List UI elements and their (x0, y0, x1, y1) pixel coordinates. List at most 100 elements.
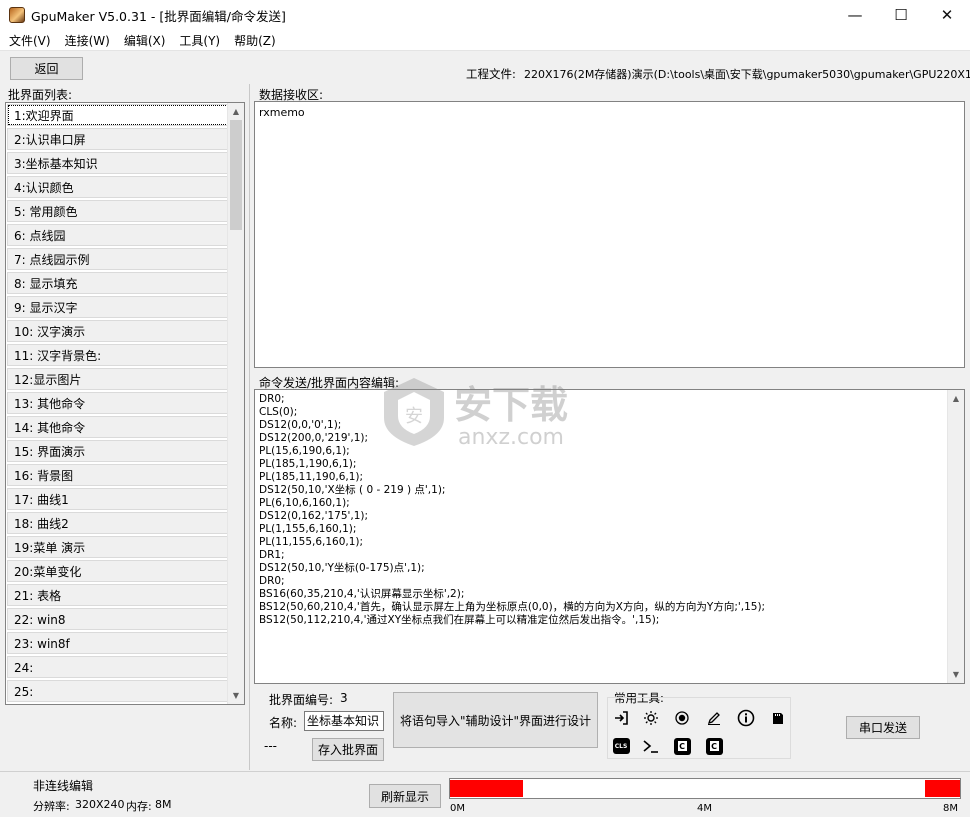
screen-list-item[interactable]: 1:欢迎界面 (7, 104, 229, 126)
screen-list-item[interactable]: 24: (7, 656, 229, 678)
serial-send-button[interactable]: 串口发送 (846, 716, 920, 739)
command-line: BS12(50,60,210,4,'首先，确认显示屏左上角为坐标原点(0,0)，… (259, 601, 766, 613)
screen-list-item[interactable]: 21: 表格 (7, 584, 229, 606)
receive-memo[interactable]: rxmemo (254, 101, 965, 368)
screen-list[interactable]: 1:欢迎界面 2:认识串口屏 3:坐标基本知识 4:认识颜色 5: 常用颜色 6: 点线园… (5, 102, 245, 705)
command-line: DR0; (259, 575, 285, 587)
screen-list-item[interactable]: 17: 曲线1 (7, 488, 229, 510)
screen-list-items: 1:欢迎界面 2:认识串口屏 3:坐标基本知识 4:认识颜色 5: 常用颜色 6: 点线园… (7, 104, 229, 704)
close-button[interactable]: ✕ (924, 0, 970, 30)
command-line: DS12(0,0,'0',1); (259, 419, 342, 431)
command-line: PL(6,10,6,160,1); (259, 497, 350, 509)
name-label: 名称: (269, 716, 298, 730)
login-arrow-icon[interactable] (612, 709, 630, 727)
screen-list-item[interactable]: 6: 点线园 (7, 224, 229, 246)
record-icon[interactable] (673, 709, 691, 727)
tick-4m: 4M (697, 803, 712, 814)
memory-label: 内存: (126, 800, 152, 813)
screen-list-item[interactable]: 25: (7, 680, 229, 702)
window-title: GpuMaker V5.0.31 - [批界面编辑/命令发送] (31, 8, 286, 24)
screen-list-item[interactable]: 10: 汉字演示 (7, 320, 229, 342)
sd-card-icon[interactable] (769, 709, 787, 727)
screen-list-title: 批界面列表: (8, 88, 73, 102)
memory-used-segment (924, 780, 960, 797)
screen-number-label: 批界面编号: (269, 693, 334, 707)
screen-list-item[interactable]: 5: 常用颜色 (7, 200, 229, 222)
maximize-button[interactable]: ☐ (878, 0, 924, 30)
menu-connect[interactable]: 连接(W) (58, 32, 117, 49)
command-line: PL(11,155,6,160,1); (259, 536, 364, 548)
screen-list-item[interactable]: 18: 曲线2 (7, 512, 229, 534)
screen-list-item[interactable]: 8: 显示填充 (7, 272, 229, 294)
c-badge-icon-2[interactable]: C (705, 737, 723, 755)
screen-list-item[interactable]: 12:显示图片 (7, 368, 229, 390)
screen-list-item[interactable]: 22: win8 (7, 608, 229, 630)
resolution-value: 320X240 (75, 798, 125, 811)
command-line: DS12(50,10,'Y坐标(0-175)点',1); (259, 562, 425, 574)
screen-list-scrollbar[interactable]: ▲ ▼ (227, 103, 244, 704)
screen-list-item[interactable]: 11: 汉字背景色: (7, 344, 229, 366)
screen-list-item[interactable]: 15: 界面演示 (7, 440, 229, 462)
screen-number-value: 3 (340, 691, 348, 705)
command-lines: DR0; CLS(0); DS12(0,0,'0',1); DS12(200,0,'2… (259, 393, 939, 627)
screen-list-item[interactable]: 19:菜单 演示 (7, 536, 229, 558)
menu-edit[interactable]: 编辑(X) (117, 32, 173, 49)
menu-bar: 文件(V) 连接(W) 编辑(X) 工具(Y) 帮助(Z) (0, 30, 970, 51)
c-badge-icon[interactable]: C (673, 737, 691, 755)
command-line: DR0; (259, 393, 285, 405)
tools-group (607, 697, 791, 759)
cls-icon-text: CLS (612, 738, 630, 754)
scroll-down-icon[interactable]: ▼ (228, 687, 244, 704)
screen-list-item[interactable]: 3:坐标基本知识 (7, 152, 229, 174)
edit-mode-text: 非连线编辑 (33, 779, 94, 793)
resolution-label: 分辨率: (33, 800, 70, 813)
menu-help[interactable]: 帮助(Z) (227, 32, 283, 49)
command-line: DS12(0,162,'175',1); (259, 510, 369, 522)
screen-list-item[interactable]: 4:认识颜色 (7, 176, 229, 198)
command-line: BS16(60,35,210,4,'认识屏幕显示坐标',2); (259, 588, 465, 600)
minimize-button[interactable]: — (832, 0, 878, 30)
command-line: DS12(200,0,'219',1); (259, 432, 369, 444)
info-icon[interactable] (737, 709, 755, 727)
tick-8m: 8M (943, 803, 958, 814)
editor-scroll-down-icon[interactable]: ▼ (948, 666, 964, 683)
back-button[interactable]: 返回 (10, 57, 83, 80)
screen-list-item[interactable]: 13: 其他命令 (7, 392, 229, 414)
command-editor[interactable]: DR0; CLS(0); DS12(0,0,'0',1); DS12(200,0,'2… (254, 389, 965, 684)
memory-usage-bar (449, 778, 961, 799)
menu-tools[interactable]: 工具(Y) (172, 32, 227, 49)
scroll-thumb[interactable] (230, 120, 242, 230)
screen-list-item[interactable]: 16: 背景图 (7, 464, 229, 486)
save-screen-button[interactable]: 存入批界面 (312, 738, 384, 761)
screen-list-item[interactable]: 20:菜单变化 (7, 560, 229, 582)
editor-scroll-up-icon[interactable]: ▲ (948, 390, 964, 407)
import-design-button[interactable]: 将语句导入"辅助设计"界面进行设计 (393, 692, 598, 748)
c-badge-text-2: C (709, 741, 719, 751)
command-line: CLS(0); (259, 406, 298, 418)
tick-0m: 0M (450, 803, 465, 814)
c-badge-text: C (677, 741, 687, 751)
command-line: PL(1,155,6,160,1); (259, 523, 357, 535)
command-line: PL(15,6,190,6,1); (259, 445, 350, 457)
scroll-up-icon[interactable]: ▲ (228, 103, 244, 120)
panel-divider[interactable] (249, 84, 250, 770)
screen-list-item[interactable]: 23: win8f (7, 632, 229, 654)
terminal-icon[interactable] (642, 737, 660, 755)
screen-name-input[interactable]: 坐标基本知识 (304, 711, 384, 731)
app-logo-icon (9, 7, 25, 23)
dashes-text: --- (264, 739, 277, 753)
title-bar: GpuMaker V5.0.31 - [批界面编辑/命令发送] — ☐ ✕ (0, 0, 970, 30)
memory-value: 8M (155, 798, 172, 811)
screen-list-item[interactable]: 9: 显示汉字 (7, 296, 229, 318)
screen-list-item[interactable]: 2:认识串口屏 (7, 128, 229, 150)
pen-icon[interactable] (705, 709, 723, 727)
editor-scrollbar[interactable]: ▲ ▼ (947, 390, 964, 683)
refresh-display-button[interactable]: 刷新显示 (369, 784, 441, 808)
cls-icon[interactable]: CLS (612, 737, 630, 755)
screen-list-item[interactable]: 14: 其他命令 (7, 416, 229, 438)
screen-list-item[interactable]: 7: 点线园示例 (7, 248, 229, 270)
memory-used-segment (450, 780, 524, 797)
brightness-icon[interactable] (642, 709, 660, 727)
command-line: PL(185,1,190,6,1); (259, 458, 357, 470)
menu-file[interactable]: 文件(V) (2, 32, 58, 49)
